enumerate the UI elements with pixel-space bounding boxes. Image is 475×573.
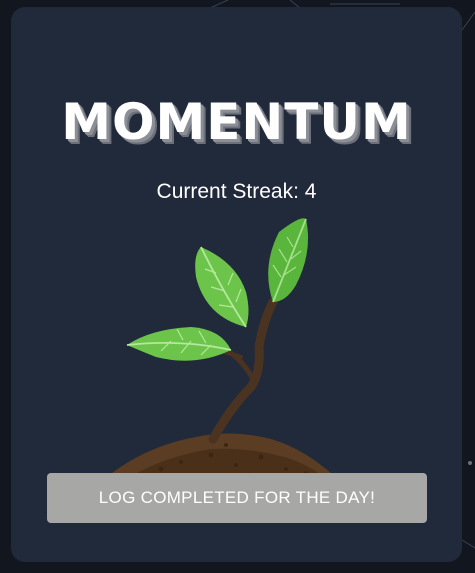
sprout-illustration [101, 218, 341, 482]
streak-label: Current Streak: [156, 180, 299, 203]
momentum-card: MOMENTUM Current Streak: 4 LOG COMPLETED… [11, 7, 462, 562]
leaf-upper-right [268, 218, 309, 303]
streak-value: 4 [304, 180, 317, 203]
app-title: MOMENTUM [61, 93, 412, 151]
leaf-upper-left [195, 246, 249, 328]
log-completed-button[interactable]: LOG COMPLETED FOR THE DAY! [47, 473, 427, 523]
leaf-lower-left [126, 327, 232, 361]
current-streak: Current Streak: 4 [11, 180, 462, 204]
